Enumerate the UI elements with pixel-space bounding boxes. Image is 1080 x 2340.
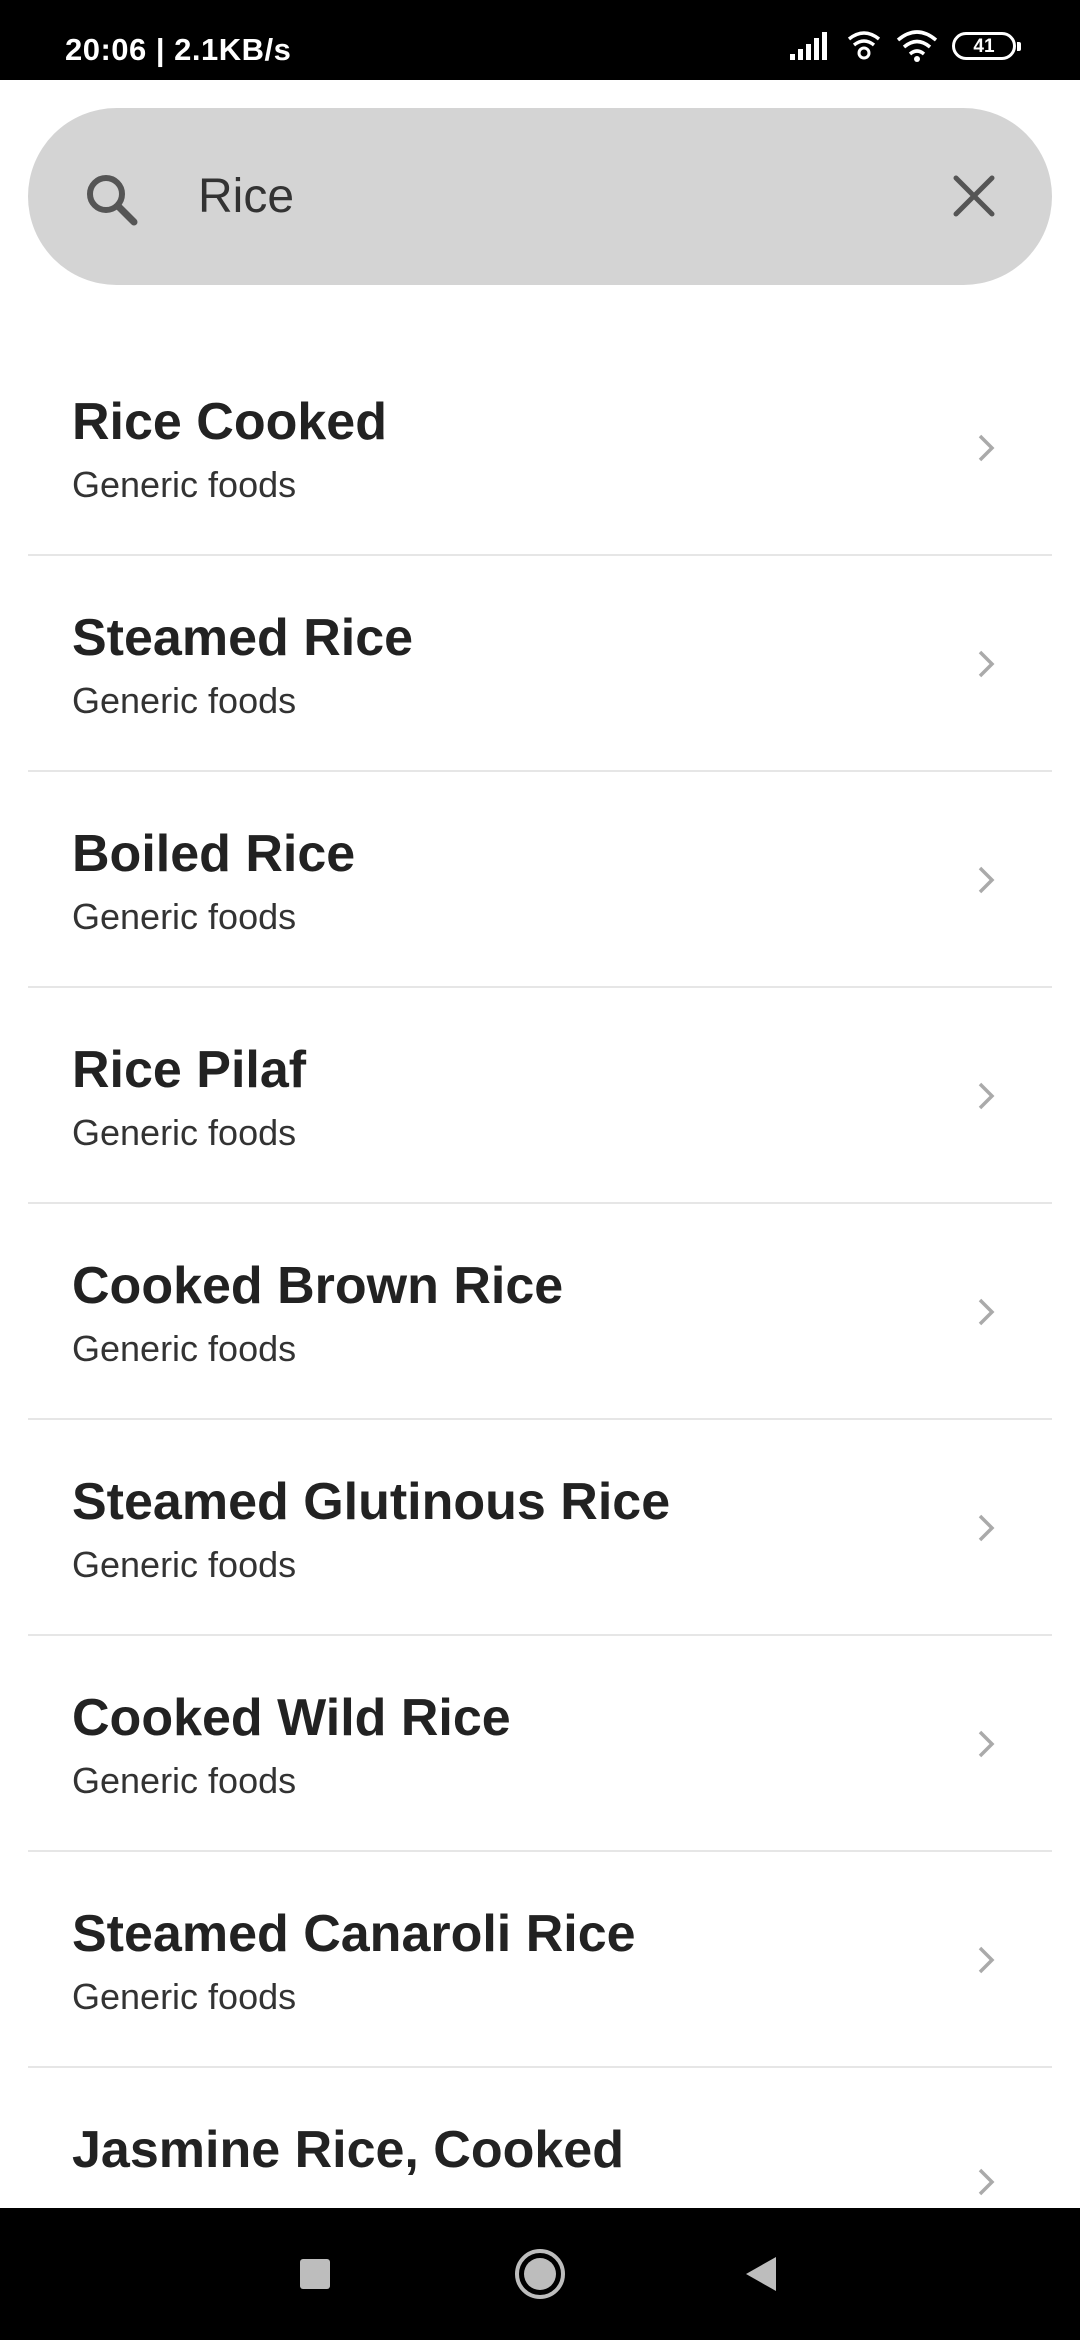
results-list: Rice Cooked Generic foods Steamed Rice G…	[0, 340, 1080, 2208]
status-icons: 41	[790, 28, 1021, 64]
result-subtitle: Generic foods	[72, 680, 297, 721]
signal-icon	[790, 32, 827, 60]
result-item[interactable]: Steamed Canaroli Rice Generic foods	[0, 1852, 1080, 2068]
status-time: 20:06 | 2.1KB/s	[65, 32, 292, 67]
result-title: Steamed Glutinous Rice	[72, 1473, 671, 1531]
wifi-icon	[896, 30, 938, 62]
back-button[interactable]	[728, 2242, 792, 2306]
result-title: Cooked Brown Rice	[72, 1257, 564, 1315]
result-subtitle: Generic foods	[72, 1328, 297, 1369]
result-item[interactable]: Cooked Wild Rice Generic foods	[0, 1636, 1080, 1852]
result-subtitle: Generic foods	[72, 1112, 297, 1153]
status-bar: 20:06 | 2.1KB/s 41	[0, 0, 1080, 80]
result-subtitle: Generic foods	[72, 1976, 297, 2017]
result-title: Rice Cooked	[72, 393, 387, 451]
result-item[interactable]: Jasmine Rice, Cooked	[0, 2068, 1080, 2208]
result-item[interactable]: Steamed Rice Generic foods	[0, 556, 1080, 772]
clear-search-button[interactable]	[934, 156, 1014, 236]
home-button[interactable]	[508, 2242, 572, 2306]
circle-icon	[515, 2249, 565, 2299]
result-item[interactable]: Steamed Glutinous Rice Generic foods	[0, 1420, 1080, 1636]
result-subtitle: Generic foods	[72, 464, 297, 505]
battery-level: 41	[973, 35, 995, 57]
search-icon	[87, 175, 138, 226]
result-item[interactable]: Cooked Brown Rice Generic foods	[0, 1204, 1080, 1420]
result-subtitle: Generic foods	[72, 1544, 297, 1585]
close-icon	[953, 175, 995, 217]
result-title: Cooked Wild Rice	[72, 1689, 511, 1747]
hotspot-icon	[847, 31, 881, 60]
chevron-right-icon	[978, 434, 995, 462]
back-triangle-icon	[746, 2257, 776, 2291]
result-title: Rice Pilaf	[72, 1041, 307, 1099]
recents-button[interactable]	[283, 2242, 347, 2306]
square-icon	[300, 2259, 330, 2289]
battery-icon: 41	[952, 32, 1021, 60]
result-subtitle: Generic foods	[72, 896, 297, 937]
result-title: Steamed Canaroli Rice	[72, 1905, 636, 1963]
chevron-right-icon	[978, 1946, 995, 1974]
result-title: Jasmine Rice, Cooked	[72, 2121, 624, 2179]
result-subtitle: Generic foods	[72, 1760, 297, 1801]
chevron-right-icon	[978, 1514, 995, 1542]
navigation-bar	[0, 2208, 1080, 2340]
chevron-right-icon	[978, 1082, 995, 1110]
chevron-right-icon	[978, 1730, 995, 1758]
result-item[interactable]: Rice Cooked Generic foods	[0, 340, 1080, 556]
search-bar[interactable]: Rice	[28, 108, 1052, 285]
result-item[interactable]: Boiled Rice Generic foods	[0, 772, 1080, 988]
chevron-right-icon	[978, 2168, 995, 2196]
result-title: Boiled Rice	[72, 825, 356, 883]
result-item[interactable]: Rice Pilaf Generic foods	[0, 988, 1080, 1204]
result-title: Steamed Rice	[72, 609, 414, 667]
search-input[interactable]: Rice	[198, 108, 294, 285]
chevron-right-icon	[978, 650, 995, 678]
chevron-right-icon	[978, 1298, 995, 1326]
chevron-right-icon	[978, 866, 995, 894]
